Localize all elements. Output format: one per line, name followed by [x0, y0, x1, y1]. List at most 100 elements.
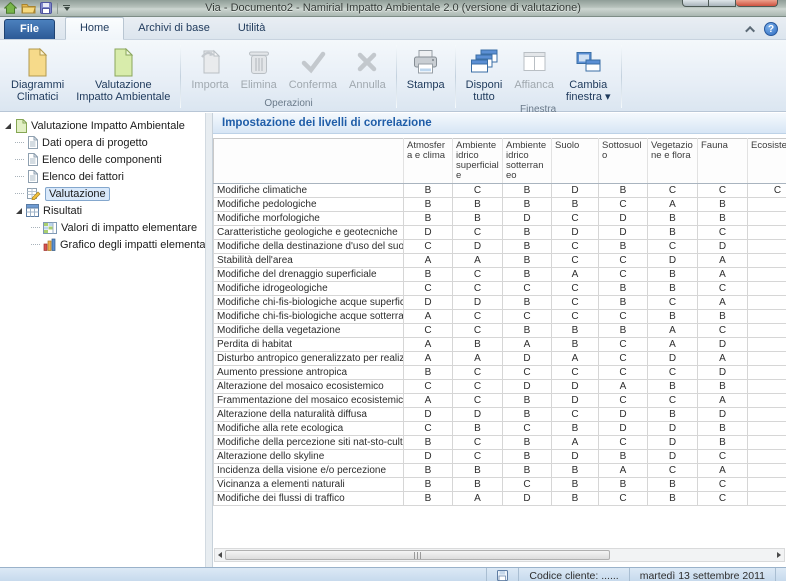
correlation-cell[interactable]: A	[453, 254, 503, 268]
correlation-cell[interactable]: B	[404, 478, 453, 492]
correlation-cell[interactable]: B	[503, 198, 552, 212]
correlation-cell[interactable]	[748, 324, 786, 338]
correlation-cell[interactable]: C	[698, 184, 748, 198]
correlation-cell[interactable]: B	[698, 198, 748, 212]
correlation-cell[interactable]: A	[698, 394, 748, 408]
correlation-cell[interactable]: D	[698, 408, 748, 422]
correlation-cell[interactable]: C	[503, 422, 552, 436]
scroll-right-arrow-icon[interactable]	[774, 549, 784, 561]
correlation-cell[interactable]: C	[698, 450, 748, 464]
correlation-cell[interactable]: B	[698, 212, 748, 226]
tree-item-elenco-delle-componenti[interactable]: Elenco delle componenti	[0, 151, 205, 168]
correlation-cell[interactable]: D	[404, 296, 453, 310]
correlation-cell[interactable]: C	[599, 198, 648, 212]
correlation-cell[interactable]: D	[404, 450, 453, 464]
correlation-cell[interactable]: B	[453, 338, 503, 352]
collapse-ribbon-icon[interactable]	[745, 25, 755, 35]
correlation-cell[interactable]: C	[453, 380, 503, 394]
correlation-cell[interactable]	[748, 338, 786, 352]
correlation-cell[interactable]: C	[648, 240, 698, 254]
correlation-cell[interactable]: C	[453, 366, 503, 380]
correlation-cell[interactable]: B	[599, 450, 648, 464]
correlation-cell[interactable]: B	[453, 422, 503, 436]
correlation-cell[interactable]: C	[599, 492, 648, 506]
correlation-cell[interactable]	[748, 254, 786, 268]
correlation-cell[interactable]: D	[453, 296, 503, 310]
diagrammi-climatici-button[interactable]: Diagrammi Climatici	[5, 42, 70, 103]
correlation-cell[interactable]: C	[698, 324, 748, 338]
correlation-cell[interactable]	[748, 450, 786, 464]
correlation-cell[interactable]: D	[404, 226, 453, 240]
correlation-cell[interactable]: A	[698, 296, 748, 310]
correlation-cell[interactable]: C	[748, 184, 786, 198]
correlation-cell[interactable]: B	[404, 268, 453, 282]
correlation-cell[interactable]: D	[648, 254, 698, 268]
correlation-cell[interactable]: B	[599, 296, 648, 310]
correlation-cell[interactable]: C	[404, 240, 453, 254]
correlation-cell[interactable]: B	[453, 478, 503, 492]
correlation-cell[interactable]: B	[503, 240, 552, 254]
correlation-cell[interactable]: D	[503, 212, 552, 226]
correlation-cell[interactable]: B	[404, 436, 453, 450]
correlation-cell[interactable]: C	[599, 338, 648, 352]
correlation-cell[interactable]: C	[453, 226, 503, 240]
cambia-finestra-button[interactable]: Cambia finestra ▾	[560, 42, 617, 103]
correlation-cell[interactable]: C	[503, 366, 552, 380]
correlation-cell[interactable]: B	[404, 366, 453, 380]
open-folder-icon[interactable]	[21, 2, 36, 14]
correlation-cell[interactable]: C	[453, 268, 503, 282]
tree-item-dati-opera-di-progetto[interactable]: Dati opera di progetto	[0, 134, 205, 151]
correlation-cell[interactable]: C	[453, 450, 503, 464]
correlation-cell[interactable]: A	[404, 338, 453, 352]
correlation-cell[interactable]: B	[453, 212, 503, 226]
correlation-cell[interactable]: B	[599, 240, 648, 254]
correlation-cell[interactable]	[748, 380, 786, 394]
correlation-cell[interactable]: B	[698, 310, 748, 324]
correlation-cell[interactable]: C	[453, 310, 503, 324]
stampa-button[interactable]: Stampa	[401, 42, 451, 97]
correlation-cell[interactable]: B	[648, 492, 698, 506]
correlation-cell[interactable]: C	[552, 366, 599, 380]
correlation-cell[interactable]: C	[648, 296, 698, 310]
correlation-cell[interactable]: C	[503, 310, 552, 324]
correlation-cell[interactable]: D	[552, 184, 599, 198]
correlation-cell[interactable]	[748, 478, 786, 492]
correlation-cell[interactable]: C	[552, 212, 599, 226]
correlation-cell[interactable]	[748, 366, 786, 380]
correlation-cell[interactable]: B	[648, 478, 698, 492]
correlation-cell[interactable]	[748, 464, 786, 478]
correlation-cell[interactable]: B	[503, 226, 552, 240]
correlation-cell[interactable]: B	[698, 422, 748, 436]
correlation-cell[interactable]: B	[599, 184, 648, 198]
correlation-cell[interactable]: C	[599, 254, 648, 268]
correlation-cell[interactable]: A	[404, 394, 453, 408]
correlation-cell[interactable]	[748, 212, 786, 226]
correlation-cell[interactable]: C	[599, 366, 648, 380]
correlation-cell[interactable]: B	[599, 324, 648, 338]
correlation-cell[interactable]: B	[453, 198, 503, 212]
correlation-cell[interactable]	[748, 240, 786, 254]
correlation-cell[interactable]: B	[503, 464, 552, 478]
correlation-cell[interactable]	[748, 352, 786, 366]
correlation-cell[interactable]: B	[698, 436, 748, 450]
correlation-cell[interactable]: B	[503, 324, 552, 338]
tree-item-valutazione-impatto-ambientale[interactable]: Valutazione Impatto Ambientale	[0, 117, 205, 134]
correlation-cell[interactable]: D	[648, 352, 698, 366]
correlation-cell[interactable]: B	[404, 492, 453, 506]
correlation-cell[interactable]: A	[453, 492, 503, 506]
correlation-cell[interactable]: C	[648, 394, 698, 408]
valutazione-impatto-ambientale-button[interactable]: Valutazione Impatto Ambientale	[70, 42, 176, 103]
correlation-cell[interactable]: D	[648, 436, 698, 450]
panel-splitter[interactable]	[205, 113, 213, 567]
correlation-cell[interactable]: B	[552, 422, 599, 436]
correlation-cell[interactable]: D	[648, 422, 698, 436]
correlation-cell[interactable]: D	[698, 240, 748, 254]
correlation-cell[interactable]: B	[503, 296, 552, 310]
correlation-cell[interactable]: C	[698, 492, 748, 506]
correlation-cell[interactable]: D	[599, 212, 648, 226]
tab-archivi-di-base[interactable]: Archivi di base	[124, 18, 224, 39]
correlation-cell[interactable]: A	[404, 254, 453, 268]
correlation-cell[interactable]: B	[404, 212, 453, 226]
correlation-cell[interactable]	[748, 226, 786, 240]
correlation-cell[interactable]: D	[404, 408, 453, 422]
